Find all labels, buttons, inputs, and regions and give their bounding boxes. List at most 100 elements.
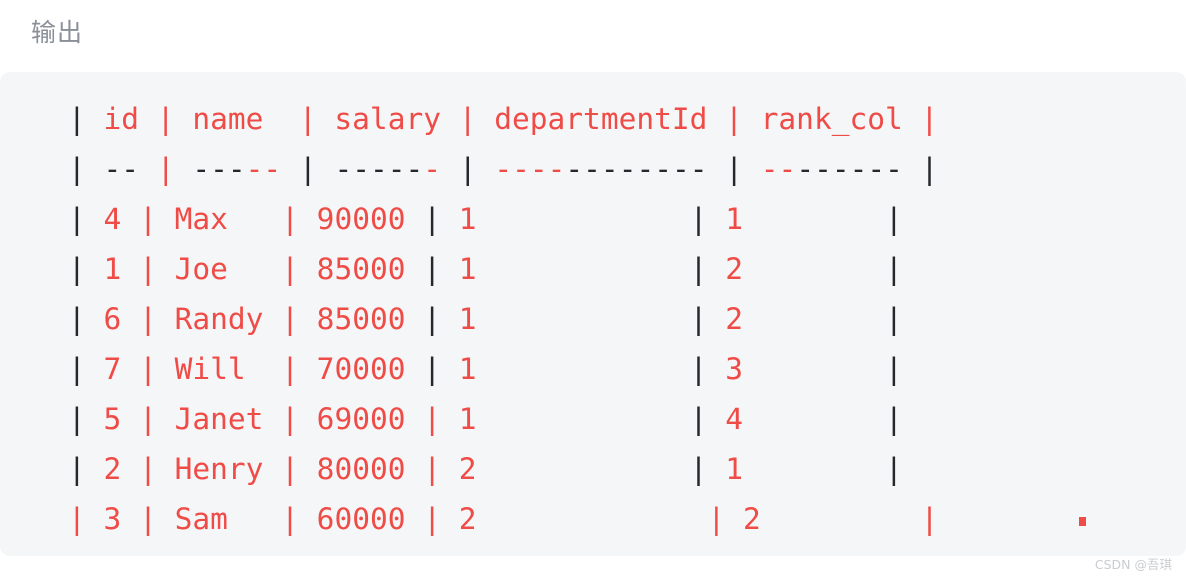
token-red: | [139, 402, 157, 436]
token-red: 1 [707, 452, 886, 486]
token-red: | [68, 502, 86, 536]
token-red: | [423, 452, 442, 486]
token-red: 6 [85, 302, 140, 336]
token-red: | [707, 502, 726, 536]
token-red: 90000 [298, 202, 424, 236]
table-row: | 2 | Henry | 80000 | 2 | 1 | [68, 444, 938, 494]
token-red: | [139, 252, 157, 286]
token-red: Max [156, 202, 282, 236]
token-red: 60000 [298, 502, 424, 536]
watermark-dot [1079, 517, 1086, 526]
token-dark: | [689, 202, 708, 236]
token-red [175, 152, 193, 186]
token-red: | [139, 452, 157, 486]
token-red: 2 [707, 252, 886, 286]
token-red [708, 152, 726, 186]
token-red: 69000 [298, 402, 424, 436]
token-dark: | [689, 352, 708, 386]
token-red: | [281, 202, 299, 236]
token-red: 5 [85, 402, 140, 436]
token-dark: | [68, 102, 86, 136]
token-red: ---- [494, 152, 566, 186]
token-dark: | [458, 152, 477, 186]
csdn-watermark: CSDN @吾琪 [1094, 557, 1172, 572]
token-dark: | [423, 252, 442, 286]
token-dark: | [885, 302, 903, 336]
token-red: 70000 [298, 352, 424, 386]
token-red: -- [760, 152, 797, 186]
token-red: | [139, 352, 157, 386]
table-row: | 7 | Will | 70000 | 1 | 3 | [68, 344, 938, 394]
token-red [139, 152, 157, 186]
token-dark: | [423, 352, 442, 386]
token-dark: | [689, 452, 708, 486]
token-red: | [139, 502, 157, 536]
token-red: | [281, 402, 299, 436]
token-red: Will [156, 352, 282, 386]
token-red: 1 [441, 252, 690, 286]
token-red: 85000 [298, 302, 424, 336]
token-red: 1 [441, 402, 690, 436]
token-dark: | [885, 202, 903, 236]
token-red: 80000 [298, 452, 424, 486]
token-red: | [281, 302, 299, 336]
token-dark: | [68, 352, 86, 386]
token-red [281, 152, 299, 186]
token-red: | [281, 352, 299, 386]
output-code-panel: | id | name | salary | departmentId | ra… [0, 72, 1186, 556]
token-red [743, 152, 761, 186]
token-dark: | [885, 402, 903, 436]
token-red: | [139, 202, 157, 236]
token-red: Henry [156, 452, 282, 486]
token-red: id | name | salary | departmentId | rank… [85, 102, 939, 136]
token-red: 3 [85, 502, 140, 536]
token-red: 3 [707, 352, 886, 386]
token-red: | [281, 452, 299, 486]
table-row: | 1 | Joe | 85000 | 1 | 2 | [68, 244, 938, 294]
token-red: 1 [85, 252, 140, 286]
token-red: Janet [156, 402, 282, 436]
token-red [441, 152, 459, 186]
table-header-row: | id | name | salary | departmentId | ra… [68, 94, 938, 144]
token-red [477, 152, 495, 186]
table-row: | 5 | Janet | 69000 | 1 | 4 | [68, 394, 938, 444]
token-dark: | [689, 252, 708, 286]
token-dark: --- [192, 152, 246, 186]
token-red: 2 [85, 452, 140, 486]
token-dark: | [885, 352, 903, 386]
token-dark: -- [103, 152, 140, 186]
token-red: 7 [85, 352, 140, 386]
token-dark: | [68, 152, 86, 186]
token-red: | [920, 502, 939, 536]
ascii-result-table: | id | name | salary | departmentId | ra… [68, 94, 938, 544]
token-red: | [281, 502, 299, 536]
token-dark: -------- [565, 152, 708, 186]
token-dark: | [68, 252, 86, 286]
table-row: | 6 | Randy | 85000 | 1 | 2 | [68, 294, 938, 344]
token-dark: | [68, 202, 86, 236]
token-dark: | [423, 302, 442, 336]
token-red: 1 [707, 202, 886, 236]
token-red: 4 [707, 402, 886, 436]
token-red: 1 [441, 352, 690, 386]
token-dark: | [423, 202, 442, 236]
token-dark: | [689, 402, 708, 436]
token-red: 2 [725, 502, 921, 536]
token-dark: | [689, 302, 708, 336]
token-red: | [139, 302, 157, 336]
page-title: 输出 [31, 18, 84, 47]
token-red: 2 [441, 452, 690, 486]
token-dark: | [298, 152, 317, 186]
token-dark: | [885, 252, 903, 286]
token-red: Sam [156, 502, 282, 536]
token-red: | [423, 502, 442, 536]
token-dark: | [920, 152, 939, 186]
token-red [903, 152, 921, 186]
token-red [317, 152, 335, 186]
token-red: 4 [85, 202, 140, 236]
token-dark: | [885, 452, 903, 486]
token-dark: ------ [796, 152, 903, 186]
token-red: Joe [156, 252, 282, 286]
token-dark: | [68, 402, 86, 436]
token-red: 2 [441, 502, 708, 536]
